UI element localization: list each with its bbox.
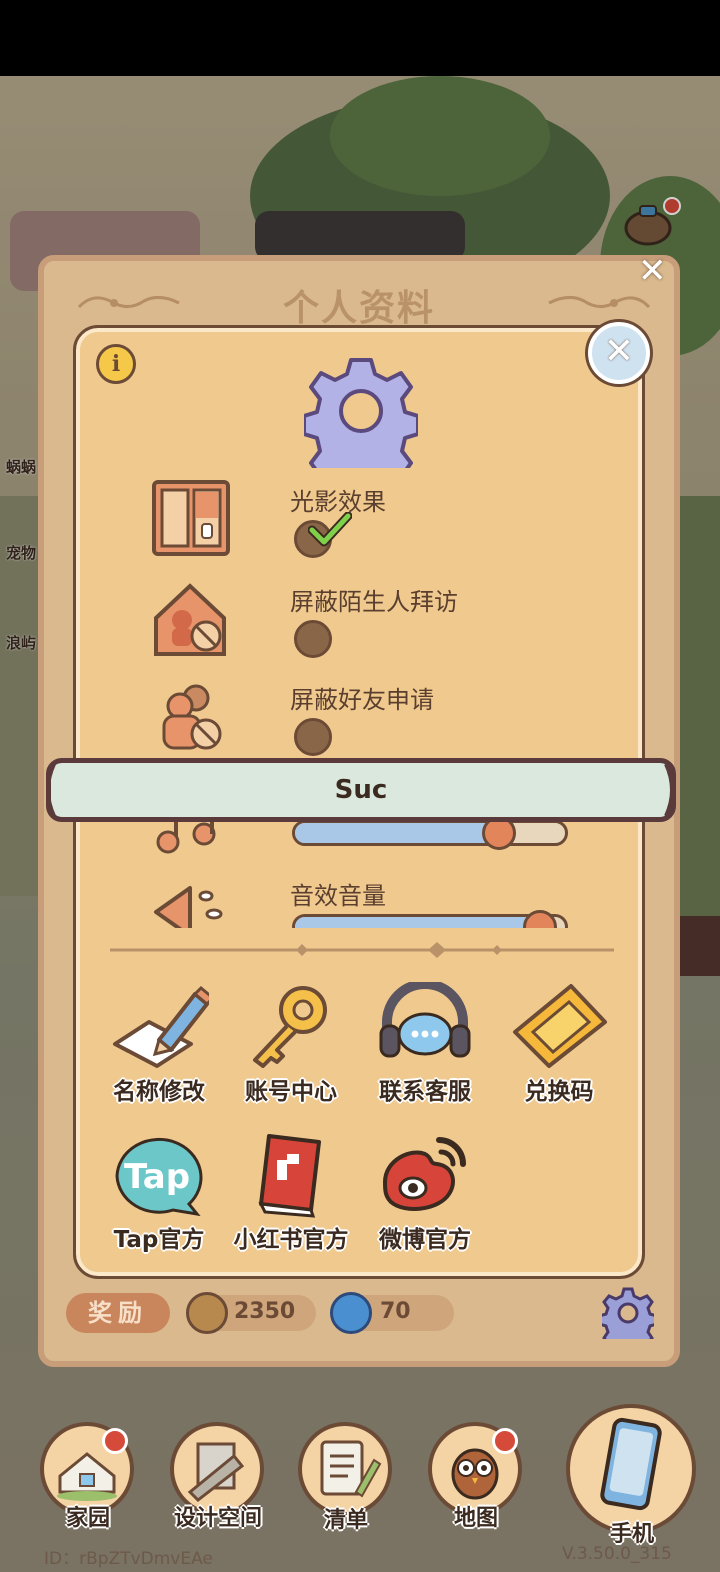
redeem-code-button[interactable]: 兑换码	[500, 982, 618, 1106]
user-id-text: ID：rBpZTvDmvEAe	[44, 1549, 213, 1569]
nav-label-home: 家园	[65, 1506, 110, 1531]
gem-counter: 70	[330, 1292, 454, 1334]
account-center-button[interactable]: 账号中心	[232, 982, 350, 1106]
bottom-navigation: 家园 设计空间 清单 地图 手机 ID：rBpZTvDmvEAe V.3.50.…	[0, 1404, 720, 1572]
tap-icon-text: Tap	[124, 1157, 190, 1197]
key-icon	[253, 986, 327, 1068]
tap-official-button[interactable]: Tap Tap官方	[100, 1130, 218, 1254]
xiaohongshu-official-button[interactable]: 小红书官方	[232, 1130, 350, 1254]
speaker-icon	[150, 872, 232, 930]
dialog-close-button[interactable]: ✕	[588, 322, 650, 384]
gear-icon	[302, 354, 420, 492]
link-label: 小红书官方	[233, 1227, 349, 1253]
action-label: 账号中心	[245, 1079, 337, 1105]
slider-fill	[295, 823, 498, 843]
close-icon: ✕	[603, 331, 635, 372]
gem-count: 70	[380, 1299, 411, 1324]
rename-button[interactable]: 名称修改	[100, 982, 218, 1106]
map-badge	[492, 1428, 518, 1454]
nav-label-map: 地图	[453, 1506, 498, 1531]
link-label: 微博官方	[379, 1227, 471, 1253]
toggle-block-strangers[interactable]	[294, 620, 332, 658]
coin-icon	[186, 1292, 228, 1334]
reward-button[interactable]: 奖励	[66, 1293, 170, 1333]
nav-label-list: 清单	[323, 1508, 368, 1533]
action-label: 兑换码	[524, 1079, 594, 1105]
slider-label-sfx-volume: 音效音量	[290, 882, 386, 910]
ticket-icon	[513, 984, 607, 1068]
tap-icon: Tap	[115, 1137, 203, 1217]
window-icon	[150, 478, 232, 560]
check-icon	[307, 511, 353, 548]
link-label: Tap官方	[113, 1227, 205, 1253]
panel-title: 个人资料	[282, 288, 435, 329]
info-icon: i	[111, 351, 121, 377]
action-label: 联系客服	[379, 1079, 471, 1105]
nav-label-design-space: 设计空间	[173, 1506, 262, 1531]
red-book-icon	[258, 1134, 321, 1218]
toggle-label-block-friend-requests: 屏蔽好友申请	[290, 686, 434, 714]
weibo-icon	[382, 1137, 466, 1211]
gear-icon	[597, 1287, 659, 1353]
phone-icon	[600, 1417, 662, 1511]
pencil-icon	[113, 985, 209, 1068]
close-icon: ✕	[638, 251, 667, 291]
list-icon	[320, 1440, 382, 1498]
reward-bar: 奖励 2350 70	[58, 1289, 658, 1337]
status-bar	[0, 0, 720, 76]
success-toast: Suc	[46, 758, 676, 822]
action-label: 名称修改	[113, 1079, 205, 1105]
home-badge	[102, 1428, 128, 1454]
toggle-block-friend-requests[interactable]	[294, 718, 332, 756]
headset-icon	[379, 982, 471, 1058]
toast-cap-left	[40, 762, 56, 817]
customer-service-button[interactable]: 联系客服	[366, 982, 484, 1106]
music-volume-slider[interactable]	[292, 820, 568, 846]
version-text: V.3.50.0_315	[562, 1544, 672, 1564]
settings-gear-button[interactable]	[597, 1287, 659, 1353]
toast-cap-right	[664, 762, 680, 817]
panel-close-button[interactable]: ✕	[638, 251, 678, 291]
swirl-gem-icon	[330, 1292, 372, 1334]
friends-block-icon	[150, 676, 232, 758]
info-button[interactable]: i	[96, 344, 136, 384]
toggle-label-block-strangers: 屏蔽陌生人拜访	[290, 588, 458, 616]
toast-text: Suc	[334, 775, 388, 805]
coin-counter: 2350	[186, 1292, 316, 1334]
nav-phone-button[interactable]	[566, 1404, 696, 1534]
house-block-icon	[150, 578, 232, 660]
weibo-official-button[interactable]: 微博官方	[366, 1130, 484, 1254]
section-divider	[110, 942, 614, 958]
coin-count: 2350	[234, 1299, 296, 1324]
